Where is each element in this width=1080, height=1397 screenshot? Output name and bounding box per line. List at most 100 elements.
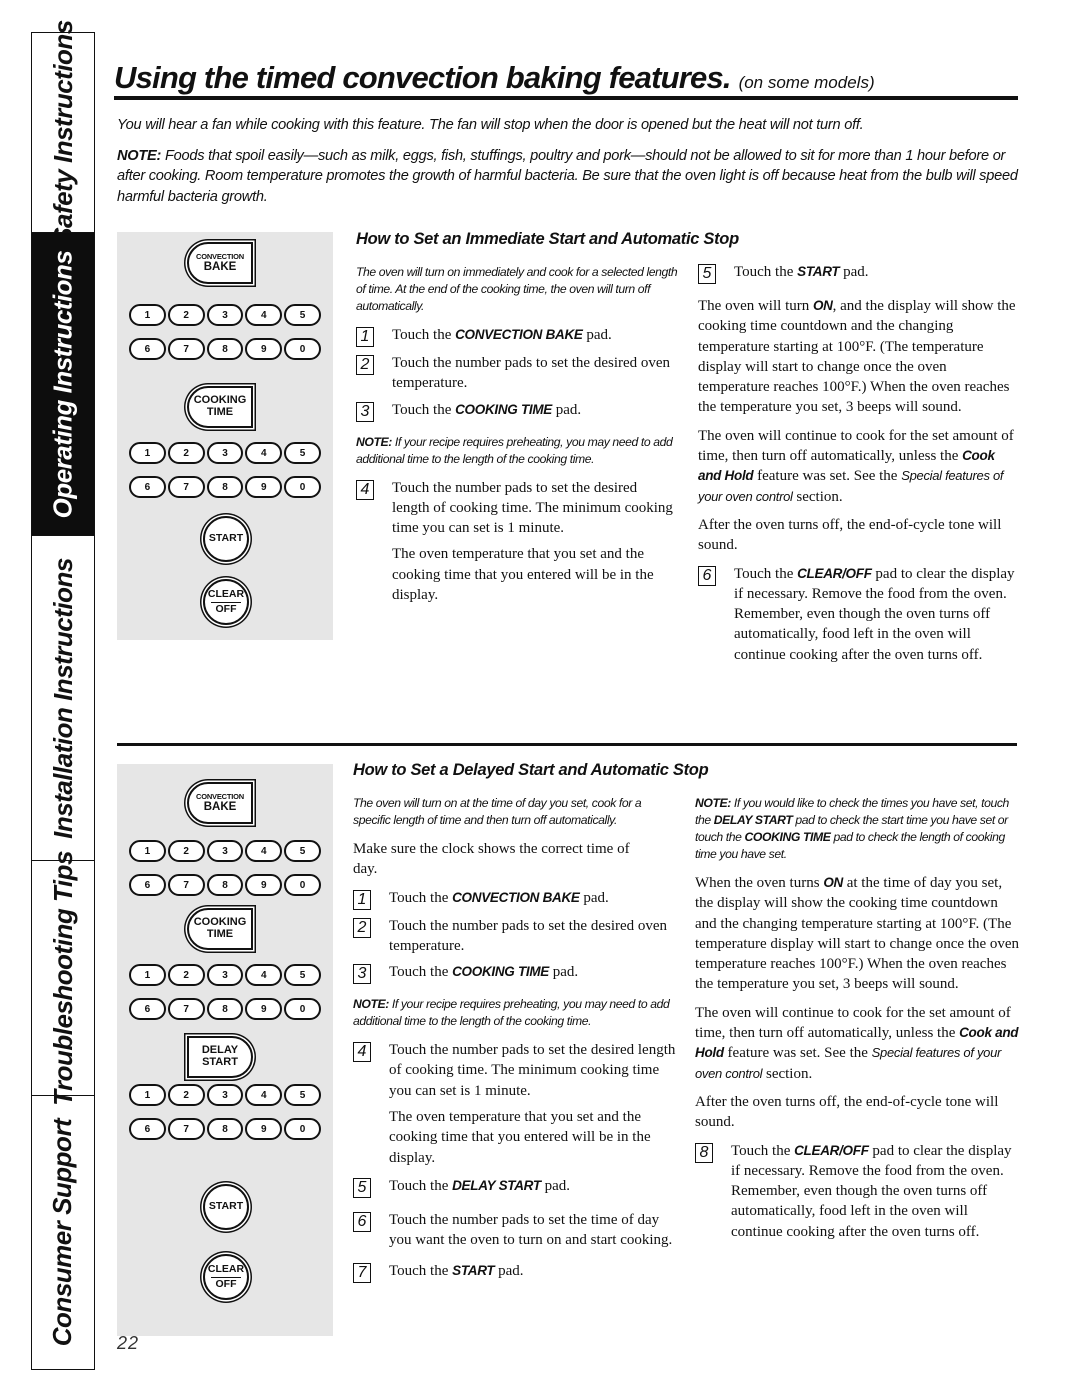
number-pad-row: 67890 (129, 338, 321, 360)
number-key: 8 (206, 1118, 244, 1140)
pad-label: OFF (215, 602, 237, 615)
step-number: 4 (356, 479, 374, 500)
delayed-left-column: The oven will turn on at the time of day… (353, 795, 678, 1289)
pad-label: TIME (206, 406, 234, 418)
section-divider (117, 743, 1017, 746)
note-label: NOTE: (117, 147, 162, 164)
step-item: 2 Touch the number pads to set the desire… (356, 353, 678, 394)
keyword-text: NOTE: (695, 796, 731, 810)
inline-text: Touch the (731, 1142, 795, 1159)
number-key: 4 (245, 964, 283, 986)
number-key: 1 (129, 964, 166, 986)
title-subtitle: (on some models) (738, 73, 875, 92)
convection-bake-pad: CONVECTION BAKE (187, 782, 253, 824)
keyword-text: CONVECTION BAKE (452, 889, 580, 905)
keyword-text: DELAY START (452, 1177, 541, 1193)
tab-installation-instructions[interactable]: Installation Instructions (32, 536, 94, 861)
keyword-text: DELAY START (713, 813, 793, 827)
number-key: 5 (284, 1084, 321, 1106)
number-pad-row: 67890 (129, 998, 321, 1020)
step-item: 3 Touch the COOKING TIME pad. (353, 962, 678, 985)
keyword-text: CLEAR/OFF (797, 565, 872, 581)
number-key: 8 (206, 998, 244, 1020)
tab-troubleshooting-tips[interactable]: Troubleshooting Tips (32, 851, 94, 1105)
step-item: 2 Touch the number pads to set the desire… (353, 916, 678, 957)
number-key: 8 (206, 338, 244, 360)
number-key: 5 (284, 442, 321, 464)
number-key: 4 (245, 304, 283, 326)
number-pad-row: 67890 (129, 476, 321, 498)
step-number: 6 (698, 565, 716, 586)
number-key: 9 (245, 1118, 283, 1140)
inline-text: When the oven turns (695, 875, 824, 891)
tab-label: Operating Instructions (47, 250, 78, 518)
continue-paragraph: The oven will continue to cook for the s… (695, 1003, 1020, 1084)
number-key: 0 (284, 338, 321, 360)
number-key: 5 (284, 304, 321, 326)
step-number: 1 (353, 889, 371, 910)
pad-label: CLEAR (207, 587, 245, 600)
tab-label: Installation Instructions (47, 557, 78, 839)
oven-on-paragraph: When the oven turns ON at the time of da… (695, 873, 1020, 995)
number-key: 3 (206, 304, 244, 326)
number-key: 3 (206, 964, 244, 986)
step-item: 5 Touch the START pad. (698, 262, 1020, 284)
keyword-text: ON (823, 875, 843, 890)
number-key: 8 (206, 874, 244, 896)
pad-label: TIME (206, 928, 234, 940)
step-item: 8 Touch the CLEAR/OFF pad to clear the di… (695, 1141, 1020, 1242)
clear-off-pad: CLEAR OFF (203, 1254, 249, 1300)
inline-text: If your recipe requires preheating, you … (353, 997, 670, 1029)
inline-text: Touch the (392, 401, 456, 418)
number-key: 6 (129, 1118, 166, 1140)
preheat-note: NOTE: If your recipe requires preheating… (356, 434, 678, 468)
keyword-text: NOTE: (356, 434, 392, 449)
step-item: 6 Touch the number pads to set the time o… (353, 1210, 678, 1251)
tab-consumer-support[interactable]: Consumer Support (32, 1096, 94, 1368)
number-pad-row: 12345 (129, 442, 321, 464)
number-key: 7 (167, 1118, 205, 1140)
step-number: 8 (695, 1142, 713, 1163)
step-item: 5 Touch the DELAY START pad. (353, 1176, 678, 1198)
step-text: Touch the CONVECTION BAKE pad. (392, 325, 678, 347)
number-key: 1 (129, 304, 166, 326)
number-pad-row: 67890 (129, 1118, 321, 1140)
tab-label: Consumer Support (47, 1118, 78, 1346)
step-text: Touch the number pads to set the desired… (389, 1042, 676, 1099)
inline-text: The oven will turn (698, 298, 813, 314)
inline-text: at the time of day you set, the display … (695, 875, 1020, 993)
number-key: 4 (245, 840, 283, 862)
number-pad-row: 67890 (129, 874, 321, 896)
step-item: 1 Touch the CONVECTION BAKE pad. (353, 888, 678, 910)
number-key: 2 (167, 442, 205, 464)
inline-text: Touch the (389, 1177, 453, 1194)
step-text: Touch the number pads to set the time of… (389, 1211, 673, 1249)
number-key: 0 (284, 874, 321, 896)
page-header: Using the timed convection baking featur… (114, 58, 1018, 100)
keyword-text: ON (812, 298, 833, 313)
step-text: Touch the DELAY START pad. (389, 1176, 678, 1198)
step-number: 5 (698, 264, 716, 284)
inline-text: Touch the (389, 1262, 453, 1279)
step-number: 1 (356, 327, 374, 347)
keyword-text: START (452, 1262, 495, 1278)
pad-label: OFF (215, 1277, 237, 1290)
tab-safety-instructions[interactable]: Safety Instructions (32, 20, 94, 245)
tab-operating-instructions[interactable]: Operating Instructions (32, 233, 94, 536)
number-key: 9 (245, 998, 283, 1020)
step-detail: The oven temperature that you set and th… (392, 546, 654, 604)
step-number: 2 (356, 355, 374, 375)
number-key: 1 (129, 1084, 166, 1106)
step-text: Touch the START pad. (389, 1261, 678, 1283)
pad-label: CLEAR (207, 1262, 245, 1275)
step-number: 6 (353, 1211, 371, 1232)
number-key: 3 (206, 840, 244, 862)
end-tone-paragraph: After the oven turns off, the end-of-cyc… (695, 1093, 999, 1131)
number-key: 2 (167, 1084, 205, 1106)
number-key: 0 (284, 1118, 321, 1140)
pad-label: START (208, 1200, 244, 1213)
number-key: 8 (206, 476, 244, 498)
number-key: 0 (284, 998, 321, 1020)
pad-label: BAKE (203, 800, 237, 813)
pad-label: CONVECTION (195, 792, 244, 802)
